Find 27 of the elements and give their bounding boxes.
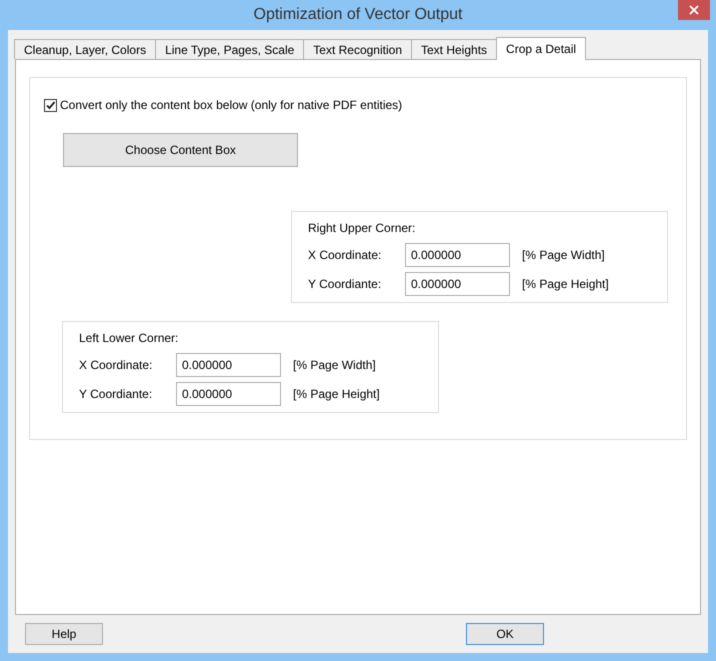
unit-label: [% Page Height] — [522, 276, 609, 293]
group-title: Right Upper Corner: — [308, 221, 416, 235]
dialog-button[interactable]: OK — [466, 623, 544, 645]
coordinate-field[interactable]: 0.000000 — [176, 353, 281, 377]
coordinate-field[interactable]: 0.000000 — [405, 272, 510, 296]
close-button[interactable] — [678, 0, 710, 20]
field-label: Y Coordiante: — [308, 276, 382, 293]
unit-label: [% Page Height] — [293, 386, 380, 403]
tab[interactable]: Text Recognition — [303, 39, 412, 59]
checkbox[interactable] — [44, 98, 57, 112]
coordinate-field[interactable]: 0.000000 — [405, 243, 510, 267]
dialog-button[interactable]: Help — [25, 623, 103, 645]
tab[interactable]: Text Heights — [411, 39, 498, 59]
coordinate-field[interactable]: 0.000000 — [176, 382, 281, 406]
tab[interactable]: Cleanup, Layer, Colors — [14, 39, 156, 59]
unit-label: [% Page Width] — [522, 247, 605, 264]
tab[interactable]: Crop a Detail — [496, 37, 586, 60]
field-label: Y Coordiante: — [79, 386, 154, 403]
window-title: Optimization of Vector Output — [254, 5, 462, 25]
checkbox-label: Convert only the content box below (only for native PDF entities) — [60, 97, 402, 114]
choose-content-box-button[interactable]: Choose Content Box — [63, 133, 298, 167]
group-title: Left Lower Corner: — [79, 331, 180, 345]
field-label: X Coordinate: — [79, 357, 154, 374]
field-label: X Coordinate: — [308, 247, 382, 264]
close-icon — [689, 5, 699, 15]
unit-label: [% Page Width] — [293, 357, 376, 374]
tab[interactable]: Line Type, Pages, Scale — [155, 39, 304, 59]
